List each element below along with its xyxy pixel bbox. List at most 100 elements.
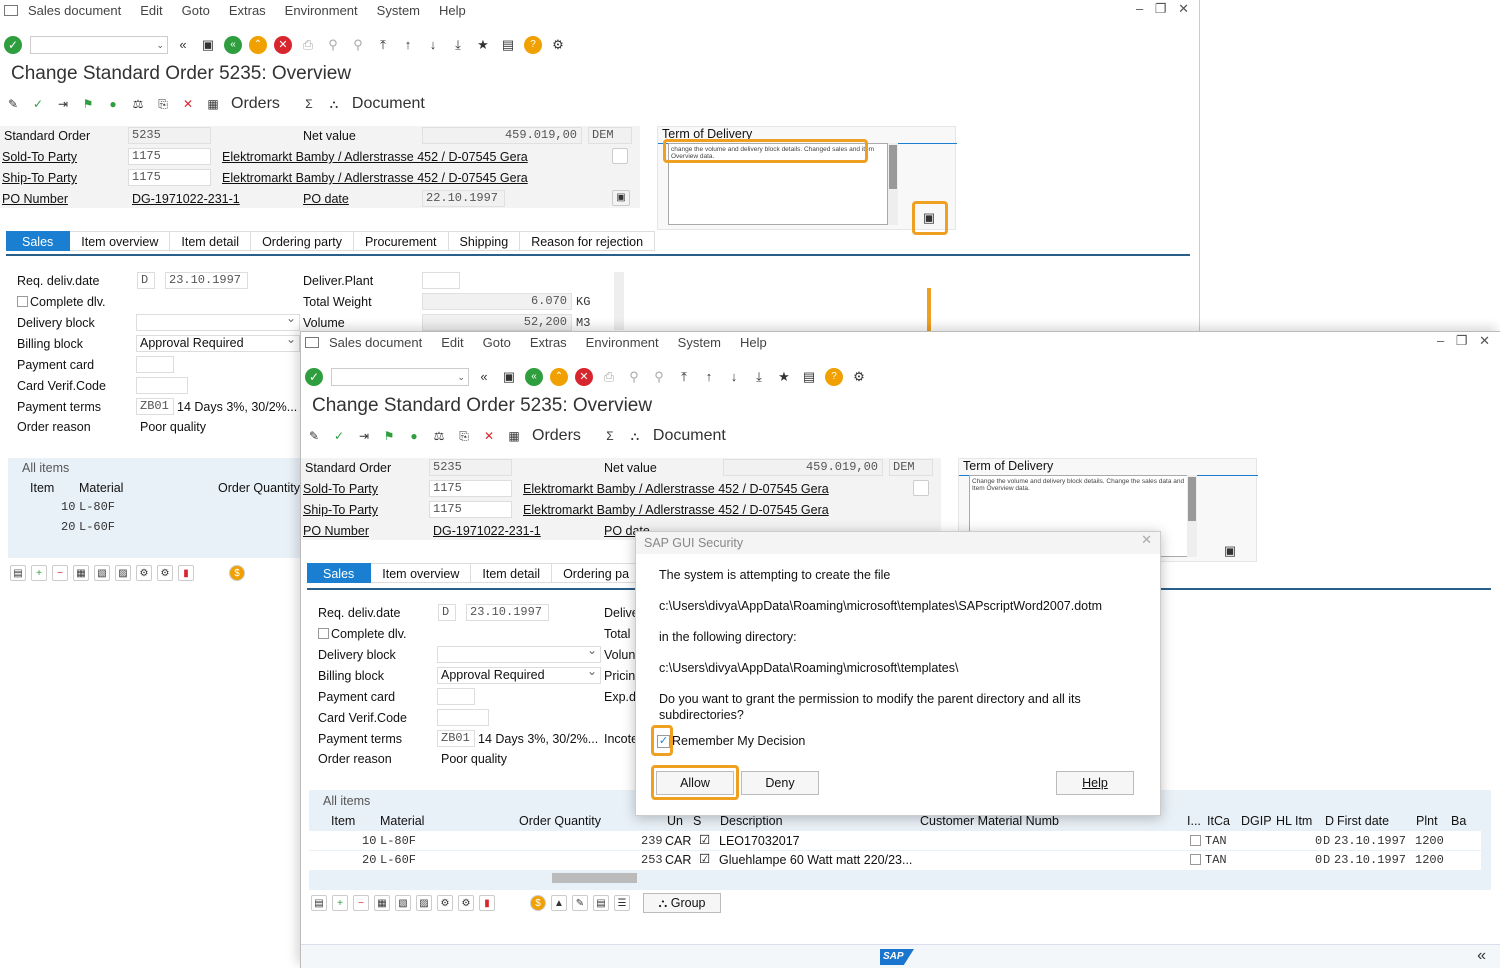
window-controls[interactable]: – ❐ ✕	[1136, 1, 1193, 17]
find-icon-2[interactable]: ⚲	[625, 368, 643, 386]
row2-item[interactable]: 20	[61, 520, 75, 534]
find-icon[interactable]: ⚲	[324, 36, 342, 54]
row1-item[interactable]: 10	[61, 500, 75, 514]
row1-un[interactable]: CAR	[665, 834, 691, 848]
app-menu-icon[interactable]	[4, 4, 18, 16]
enter-check-icon-2[interactable]: ✓	[305, 368, 323, 386]
po-number-label-2[interactable]: PO Number	[303, 524, 369, 538]
deselect-icon[interactable]: ▧	[94, 565, 110, 581]
pricing-icon[interactable]: $	[229, 565, 245, 581]
ship-to-field-2[interactable]: 1175	[429, 501, 512, 518]
sum-icon-2[interactable]: Σ	[601, 427, 619, 445]
document-button-2[interactable]: Document	[653, 427, 726, 445]
menu-extras[interactable]: Extras	[229, 3, 266, 18]
display-icon-2[interactable]: ✎	[305, 427, 323, 445]
first-page-icon-2[interactable]: ⤒	[675, 368, 693, 386]
availability-icon[interactable]: ▲	[551, 895, 567, 911]
menu-sales-document-2[interactable]: Sales document	[329, 335, 422, 350]
order-reason-value[interactable]: Poor quality	[140, 420, 206, 434]
billing-block-select-2[interactable]: Approval Required	[437, 667, 601, 684]
app-menu-icon-2[interactable]	[305, 336, 319, 348]
next-page-icon[interactable]: ↓	[424, 36, 442, 54]
document-icon[interactable]: ▤	[593, 895, 609, 911]
req-deliv-field-2[interactable]: 23.10.1997	[466, 604, 549, 621]
sold-to-detail-icon-2[interactable]	[913, 480, 929, 496]
deliver-plant-field[interactable]	[422, 272, 460, 289]
exit-icon-2[interactable]: ⌃	[550, 368, 568, 386]
shortcut-icon-2[interactable]: ▤	[800, 368, 818, 386]
row2-material[interactable]: L-60F	[79, 520, 115, 534]
col-material-2[interactable]: Material	[380, 814, 424, 828]
print-icon[interactable]: ⎙	[299, 36, 317, 54]
orders-button[interactable]: Orders	[231, 95, 280, 113]
group-button[interactable]: ⛬ Group	[643, 893, 721, 913]
exit-doc-icon[interactable]: ⇥	[54, 95, 72, 113]
exit-doc-icon-2[interactable]: ⇥	[355, 427, 373, 445]
col-i[interactable]: I...	[1187, 814, 1201, 828]
settings-gear-icon-2[interactable]: ⚙	[850, 368, 868, 386]
col-material[interactable]: Material	[79, 481, 123, 495]
select-block-icon[interactable]: ▨	[115, 565, 131, 581]
back-icon-2[interactable]: «	[525, 368, 543, 386]
row2-un[interactable]: CAR	[665, 853, 691, 867]
row1-d[interactable]: D	[1323, 834, 1330, 848]
item-detail-icon[interactable]: ▤	[10, 565, 26, 581]
col-item[interactable]: Item	[30, 481, 54, 495]
dialog-close-icon[interactable]: ✕	[1141, 532, 1152, 548]
orders-button-2[interactable]: Orders	[532, 427, 581, 445]
menu-edit-2[interactable]: Edit	[441, 335, 463, 350]
row2-s-check-icon[interactable]: ☑	[699, 851, 710, 866]
menu-help-2[interactable]: Help	[740, 335, 767, 350]
ship-to-label[interactable]: Ship-To Party	[2, 171, 77, 185]
po-attachment-icon[interactable]: ▣	[612, 190, 630, 206]
new-session-icon[interactable]: ★	[474, 36, 492, 54]
req-deliv-unit-2[interactable]: D	[438, 604, 456, 621]
tab-ordering-party-2[interactable]: Ordering pa	[552, 563, 642, 583]
config-icon[interactable]: ⚙	[136, 565, 152, 581]
col-un[interactable]: Un	[667, 814, 683, 828]
command-field-2[interactable]: ⌄	[331, 368, 469, 386]
delete-item-icon[interactable]: −	[52, 565, 68, 581]
col-order-quantity-2[interactable]: Order Quantity	[519, 814, 601, 828]
partner-icon[interactable]: ⚑	[79, 95, 97, 113]
row2-date[interactable]: 23.10.1997	[1334, 853, 1406, 867]
tab-sales-2[interactable]: Sales	[307, 563, 372, 583]
row1-i-checkbox[interactable]	[1190, 835, 1201, 846]
col-item-2[interactable]: Item	[331, 814, 355, 828]
menu-help[interactable]: Help	[439, 3, 466, 18]
help-icon-2[interactable]: ?	[825, 368, 843, 386]
complete-dlv-checkbox-2[interactable]: Complete dlv.	[318, 627, 407, 641]
display-icon[interactable]: ✎	[4, 95, 22, 113]
ship-to-address-link-2[interactable]: Elektromarkt Bamby / Adlerstrasse 452 / …	[523, 503, 829, 517]
first-page-icon[interactable]: ⤒	[374, 36, 392, 54]
tab-shipping[interactable]: Shipping	[448, 231, 521, 251]
tab-item-detail-2[interactable]: Item detail	[471, 563, 553, 583]
row1-qty[interactable]: 239	[641, 834, 663, 848]
schedule-icon-2[interactable]: ⚙	[458, 895, 474, 911]
row1-itca[interactable]: TAN	[1205, 834, 1227, 848]
tab-sales[interactable]: Sales	[6, 231, 71, 251]
back-icon[interactable]: «	[224, 36, 242, 54]
select-block-icon-2[interactable]: ▨	[416, 895, 432, 911]
menu-system[interactable]: System	[377, 3, 420, 18]
complete-dlv-checkbox[interactable]: Complete dlv.	[17, 295, 106, 309]
menu-sales-document[interactable]: Sales document	[28, 3, 121, 18]
edit-icon[interactable]: ✎	[572, 895, 588, 911]
po-date-label[interactable]: PO date	[303, 192, 349, 206]
sold-to-label-2[interactable]: Sold-To Party	[303, 482, 378, 496]
next-page-icon-2[interactable]: ↓	[725, 368, 743, 386]
prev-page-icon[interactable]: ↑	[399, 36, 417, 54]
complete-dlv-box[interactable]	[17, 296, 28, 307]
save-icon[interactable]: ▣	[199, 36, 217, 54]
payment-terms-code[interactable]: ZB01	[136, 398, 174, 415]
col-hl-itm[interactable]: HL Itm	[1276, 814, 1312, 828]
last-page-icon[interactable]: ⤓	[449, 36, 467, 54]
settings-gear-icon[interactable]: ⚙	[549, 36, 567, 54]
sold-to-field-2[interactable]: 1175	[429, 480, 512, 497]
sold-to-label[interactable]: Sold-To Party	[2, 150, 77, 164]
tab-item-overview[interactable]: Item overview	[70, 231, 171, 251]
sold-to-address-link-2[interactable]: Elektromarkt Bamby / Adlerstrasse 452 / …	[523, 482, 829, 496]
sold-to-field[interactable]: 1175	[128, 148, 211, 165]
req-deliv-unit[interactable]: D	[137, 272, 155, 289]
copy-icon-2[interactable]: ⎘	[455, 427, 473, 445]
